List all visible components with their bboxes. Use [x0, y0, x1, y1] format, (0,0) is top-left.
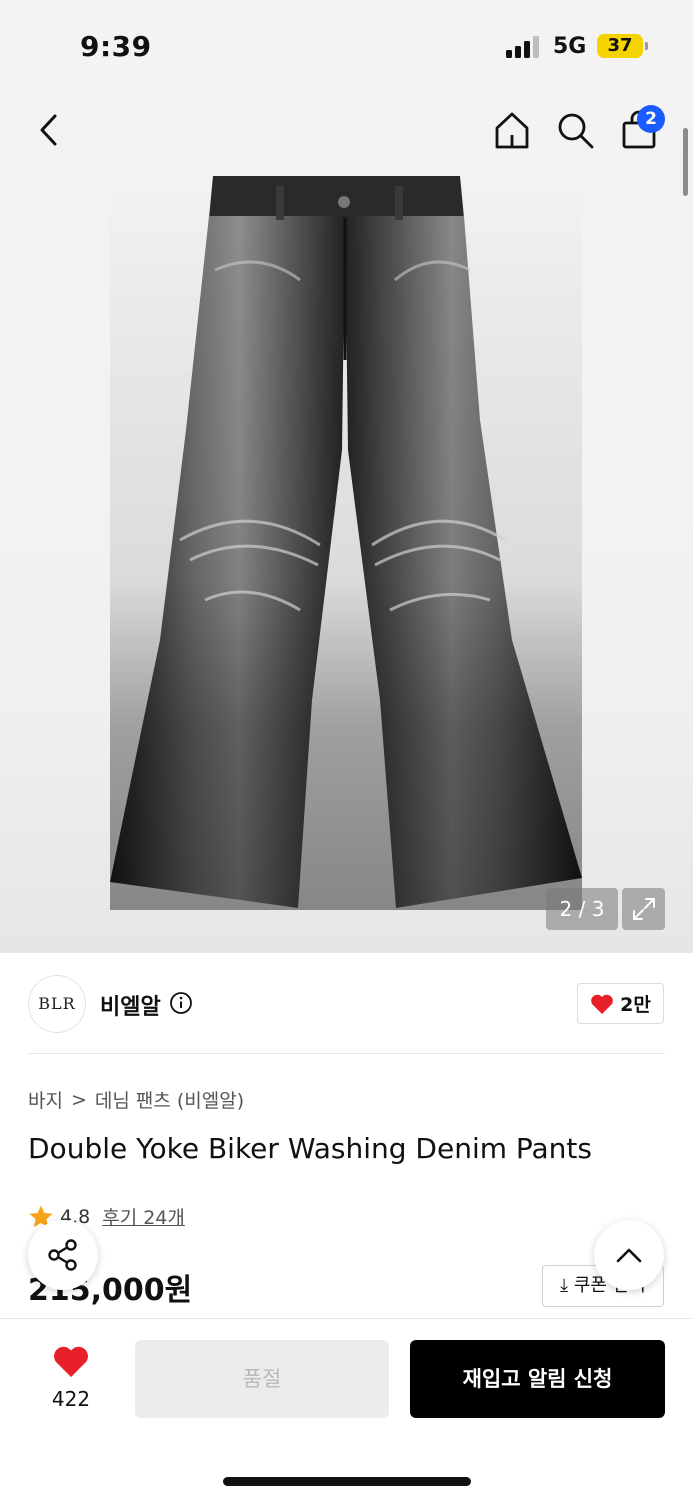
restock-alert-button[interactable]: 재입고 알림 신청	[410, 1340, 665, 1418]
brand-name[interactable]: 비엘알	[100, 989, 161, 1021]
scrollbar[interactable]	[683, 128, 688, 196]
cart-count-badge: 2	[637, 105, 665, 133]
divider	[28, 1053, 665, 1054]
status-time: 9:39	[80, 30, 152, 63]
home-icon	[495, 112, 529, 149]
breadcrumb-category[interactable]: 바지	[28, 1086, 63, 1113]
chevron-left-icon	[40, 114, 57, 146]
brand-like-count: 2만	[620, 994, 651, 1016]
search-icon	[558, 113, 594, 149]
network-type: 5G	[553, 34, 587, 59]
breadcrumb: 바지 > 데님 팬츠 (비엘알)	[28, 1086, 244, 1113]
wish-button[interactable]: 422	[40, 1345, 102, 1411]
brand-like-button[interactable]: 2만	[577, 983, 664, 1024]
info-icon[interactable]	[169, 991, 193, 1015]
scroll-top-button[interactable]	[594, 1220, 664, 1290]
breadcrumb-subcategory[interactable]: 데님 팬츠 (비엘알)	[95, 1086, 244, 1113]
image-counter: 2 / 3	[546, 888, 618, 930]
home-button[interactable]	[490, 108, 534, 152]
signal-icon	[506, 36, 539, 58]
status-bar: 9:39 5G 37	[0, 0, 693, 92]
search-button[interactable]	[553, 108, 597, 152]
download-icon: ⤓	[560, 1275, 569, 1296]
battery-nub	[645, 42, 648, 50]
soldout-button: 품절	[135, 1340, 389, 1418]
heart-icon	[54, 1346, 88, 1377]
battery-icon: 37	[597, 34, 643, 58]
chevron-up-icon	[616, 1248, 642, 1263]
heart-icon	[591, 994, 613, 1014]
expand-button[interactable]	[622, 888, 665, 930]
review-link[interactable]: 후기 24개	[102, 1203, 185, 1230]
back-button[interactable]	[28, 108, 72, 152]
expand-icon	[632, 898, 655, 920]
product-title: Double Yoke Biker Washing Denim Pants	[28, 1132, 592, 1165]
brand-logo[interactable]: BLR	[28, 975, 86, 1033]
share-icon	[48, 1239, 77, 1271]
home-indicator[interactable]	[223, 1477, 471, 1486]
wish-count: 422	[51, 1387, 91, 1411]
share-button[interactable]	[28, 1220, 98, 1290]
breadcrumb-separator: >	[70, 1088, 87, 1111]
